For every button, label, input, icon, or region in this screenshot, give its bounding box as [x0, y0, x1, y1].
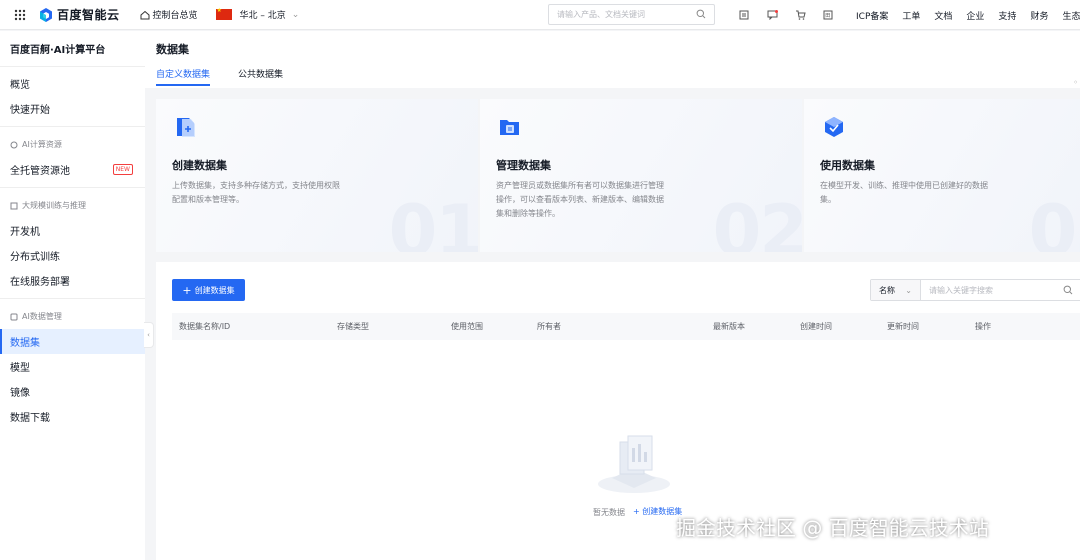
column-header: 最新版本 [713, 322, 745, 331]
column-header: 数据集名称/ID [179, 322, 231, 331]
message-icon[interactable] [758, 10, 786, 20]
docs-icon[interactable] [730, 10, 758, 20]
top-toolbar: 田 ICP备案 工单 文档 企业 支持 财务 生态 [730, 0, 1080, 30]
page-header: 数据集 自定义数据集 公共数据集 ◦ [145, 31, 1080, 88]
sidebar-item-models[interactable]: 模型 [0, 354, 145, 379]
topnav-link-docs[interactable]: 文档 [934, 9, 952, 22]
sidebar-group-training: 大规模训练与推理 [0, 193, 145, 218]
table-header: 数据集名称/ID 存储类型 使用范围 所有者 最新版本 创建时间 更新时间 操作 [172, 313, 1080, 340]
card-number: 03 [1028, 190, 1080, 252]
create-dataset-button[interactable]: + 创建数据集 [172, 279, 245, 301]
intro-cards: 01 创建数据集 上传数据集，支持多种存储方式，支持使用权限配置和版本管理等。 … [156, 99, 1080, 252]
global-search-input[interactable]: 请输入产品、文档关键词 [548, 4, 715, 25]
topnav-link-ecosystem[interactable]: 生态 [1062, 9, 1080, 22]
region-selector[interactable]: 华北 – 北京 ⌄ [215, 7, 300, 21]
create-dataset-icon [177, 118, 195, 137]
brand-logo[interactable]: 百度智能云 [38, 6, 120, 23]
console-overview-link[interactable]: 控制台总览 [140, 8, 198, 21]
intro-card-use: 03 使用数据集 在模型开发、训练、推理中使用已创建好的数据集。 [804, 99, 1080, 252]
topnav-link-ticket[interactable]: 工单 [902, 9, 920, 22]
more-icon[interactable]: ◦ [1073, 78, 1078, 87]
sidebar: 百度百舸·AI计算平台 概览 快速开始 AI计算资源 全托管资源池 NEW 大规… [0, 31, 145, 560]
card-title: 使用数据集 [820, 159, 875, 172]
sidebar-item-images[interactable]: 镜像 [0, 379, 145, 404]
main-content: 数据集 自定义数据集 公共数据集 ◦ 01 创建数据集 上传数据集，支持多种存储… [145, 31, 1080, 560]
empty-text: 暂无数据 [593, 508, 625, 517]
filter-keyword-input[interactable]: 请输入关键字搜索 [921, 280, 1080, 300]
card-description: 在模型开发、训练、推理中使用已创建好的数据集。 [820, 181, 988, 204]
data-icon [10, 313, 18, 320]
sidebar-item-overview[interactable]: 概览 [0, 71, 145, 96]
plus-icon: + [182, 283, 192, 297]
filter-field-select[interactable]: 名称 ⌄ [871, 280, 921, 300]
sidebar-group-compute: AI计算资源 [0, 132, 145, 157]
brand-name: 百度智能云 [57, 8, 120, 22]
new-badge: NEW [112, 164, 133, 175]
billing-icon[interactable]: 田 [814, 10, 842, 20]
sidebar-item-quickstart[interactable]: 快速开始 [0, 96, 145, 121]
column-header: 存储类型 [337, 322, 369, 331]
use-dataset-icon [825, 117, 843, 137]
training-icon [10, 202, 18, 209]
sidebar-item-dev-machine[interactable]: 开发机 [0, 218, 145, 243]
topnav-link-support[interactable]: 支持 [998, 9, 1016, 22]
search-icon [696, 9, 706, 19]
card-number: 02 [712, 190, 802, 252]
column-header: 使用范围 [451, 322, 483, 331]
cloud-logo-icon [40, 7, 52, 22]
sidebar-title: 百度百舸·AI计算平台 [0, 31, 145, 67]
sidebar-item-distributed-training[interactable]: 分布式训练 [0, 243, 145, 268]
tab-bar: 自定义数据集 公共数据集 [156, 67, 283, 86]
chevron-down-icon: ⌄ [905, 285, 912, 295]
column-header: 创建时间 [800, 322, 832, 331]
plus-icon: + [633, 507, 643, 516]
top-bar: 百度智能云 控制台总览 华北 – 北京 ⌄ 请输入产品、文档关键词 田 ICP备… [0, 0, 1080, 30]
topnav-link-icp[interactable]: ICP备案 [856, 9, 888, 22]
watermark: 掘金技术社区 @ 百度智能云技术站 [676, 516, 989, 540]
home-icon [140, 10, 150, 19]
card-description: 上传数据集，支持多种存储方式，支持使用权限配置和版本管理等。 [172, 181, 340, 204]
column-header: 更新时间 [887, 322, 919, 331]
empty-create-link[interactable]: + 创建数据集 [633, 506, 682, 517]
card-title: 创建数据集 [172, 159, 227, 172]
topnav-link-enterprise[interactable]: 企业 [966, 9, 984, 22]
card-description: 资产管理员或数据集所有者可以数据集进行管理操作，可以查看版本列表、新建版本、编辑… [496, 181, 664, 218]
cart-icon[interactable] [786, 10, 814, 20]
manage-dataset-icon [500, 120, 519, 135]
column-header: 所有者 [537, 322, 561, 331]
intro-card-manage: 02 管理数据集 资产管理员或数据集所有者可以数据集进行管理操作，可以查看版本列… [480, 99, 802, 252]
tab-public-datasets[interactable]: 公共数据集 [238, 67, 283, 86]
china-flag-icon [215, 7, 232, 20]
intro-card-create: 01 创建数据集 上传数据集，支持多种存储方式，支持使用权限配置和版本管理等。 [156, 99, 478, 252]
compute-icon [10, 141, 18, 148]
apps-grid-icon[interactable] [8, 3, 32, 27]
filter-bar: 名称 ⌄ 请输入关键字搜索 [870, 279, 1080, 301]
svg-text:田: 田 [825, 13, 830, 19]
sidebar-item-resource-pool[interactable]: 全托管资源池 NEW [0, 157, 145, 182]
card-title: 管理数据集 [496, 159, 551, 172]
sidebar-item-online-service[interactable]: 在线服务部署 [0, 268, 145, 293]
empty-data-illustration [598, 435, 670, 493]
sidebar-item-datasets[interactable]: 数据集 [0, 329, 145, 354]
page-title: 数据集 [156, 43, 189, 56]
search-icon [1063, 285, 1073, 295]
column-header: 操作 [975, 322, 991, 331]
card-number: 01 [388, 190, 478, 252]
chevron-down-icon: ⌄ [291, 9, 300, 20]
sidebar-group-data: AI数据管理 [0, 304, 145, 329]
tab-custom-datasets[interactable]: 自定义数据集 [156, 67, 211, 86]
topnav-link-finance[interactable]: 财务 [1030, 9, 1048, 22]
sidebar-item-data-download[interactable]: 数据下载 [0, 404, 145, 429]
